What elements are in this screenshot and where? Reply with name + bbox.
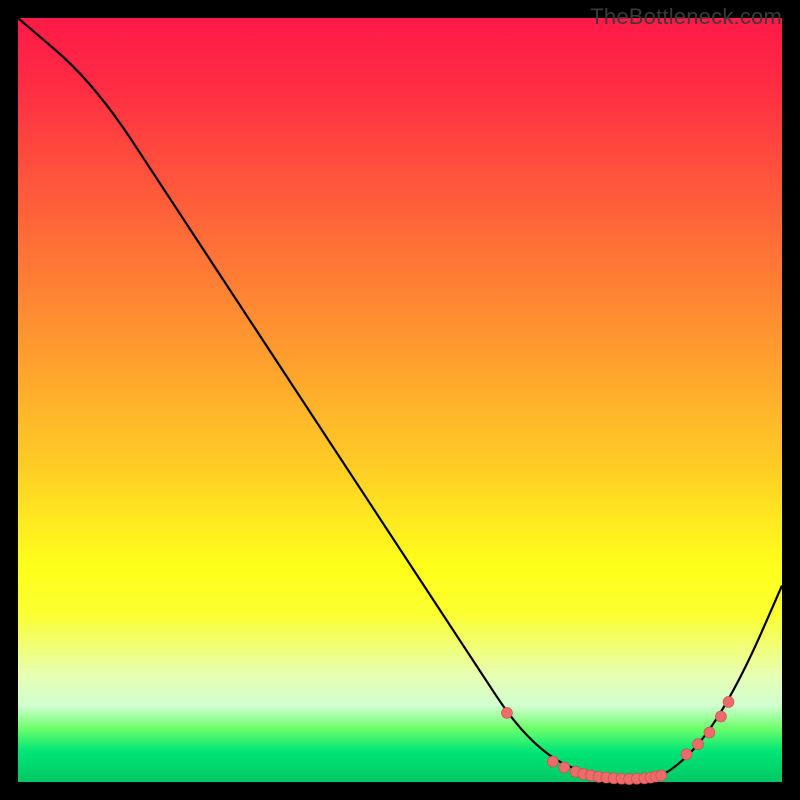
- highlight-dot: [681, 749, 692, 760]
- bottleneck-curve: [18, 18, 782, 779]
- highlight-dot: [723, 696, 734, 707]
- highlight-dot: [692, 739, 703, 750]
- highlight-dot: [501, 707, 512, 718]
- highlight-dot: [656, 770, 667, 781]
- highlight-dot: [704, 727, 715, 738]
- chart-svg: [18, 18, 782, 782]
- highlight-dot: [547, 756, 558, 767]
- highlight-dot: [559, 762, 570, 773]
- highlight-dot: [715, 711, 726, 722]
- chart-plot-area: [18, 18, 782, 782]
- highlight-dots: [501, 696, 734, 784]
- watermark-label: TheBottleneck.com: [590, 4, 782, 30]
